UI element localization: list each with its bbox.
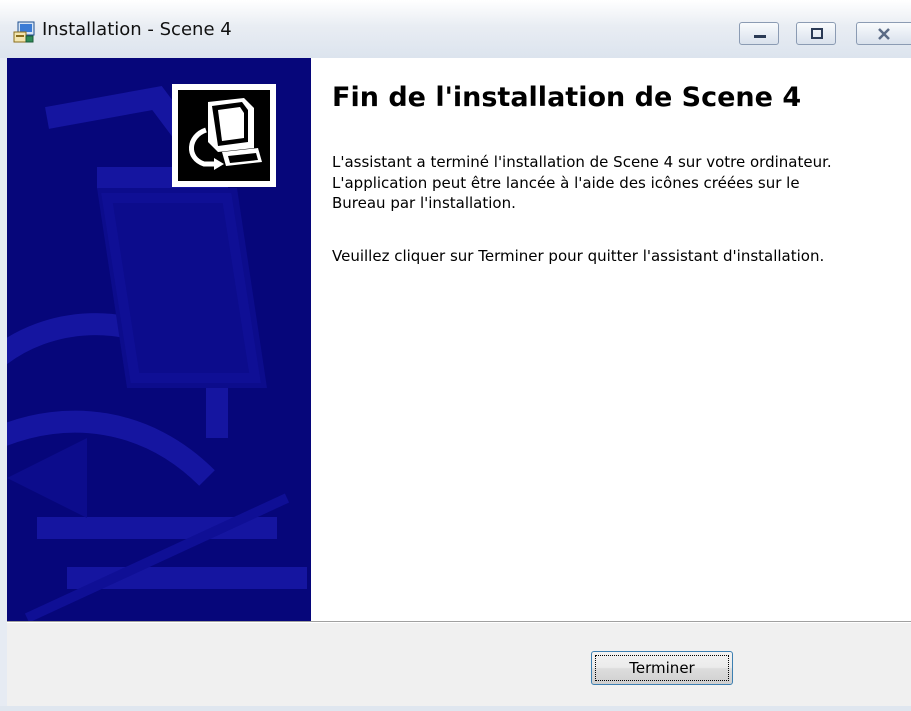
window-frame-bottom xyxy=(0,706,911,711)
title-bar[interactable]: Installation - Scene 4 xyxy=(0,0,911,58)
minimize-button[interactable] xyxy=(739,22,779,45)
finish-instruction: Veuillez cliquer sur Terminer pour quitt… xyxy=(332,247,825,265)
installer-icon xyxy=(13,21,35,43)
page-title: Fin de l'installation de Scene 4 xyxy=(332,82,802,113)
finish-button[interactable]: Terminer xyxy=(591,651,733,685)
finish-button-label: Terminer xyxy=(629,659,695,677)
footer-divider-highlight xyxy=(7,622,911,623)
window-title: Installation - Scene 4 xyxy=(42,19,232,40)
setup-logo xyxy=(172,84,276,187)
maximize-button[interactable] xyxy=(796,22,836,45)
close-button[interactable] xyxy=(856,22,911,45)
window-frame xyxy=(0,58,7,711)
minimize-icon xyxy=(754,35,766,38)
close-icon xyxy=(878,28,890,40)
completion-message: L'assistant a terminé l'installation de … xyxy=(332,153,832,212)
computer-install-icon xyxy=(189,98,262,170)
installer-window: Installation - Scene 4 Fin de l'installa… xyxy=(0,0,911,711)
maximize-icon xyxy=(811,28,823,39)
wizard-banner xyxy=(7,58,311,621)
wizard-page: Fin de l'installation de Scene 4 L'assis… xyxy=(7,58,911,621)
